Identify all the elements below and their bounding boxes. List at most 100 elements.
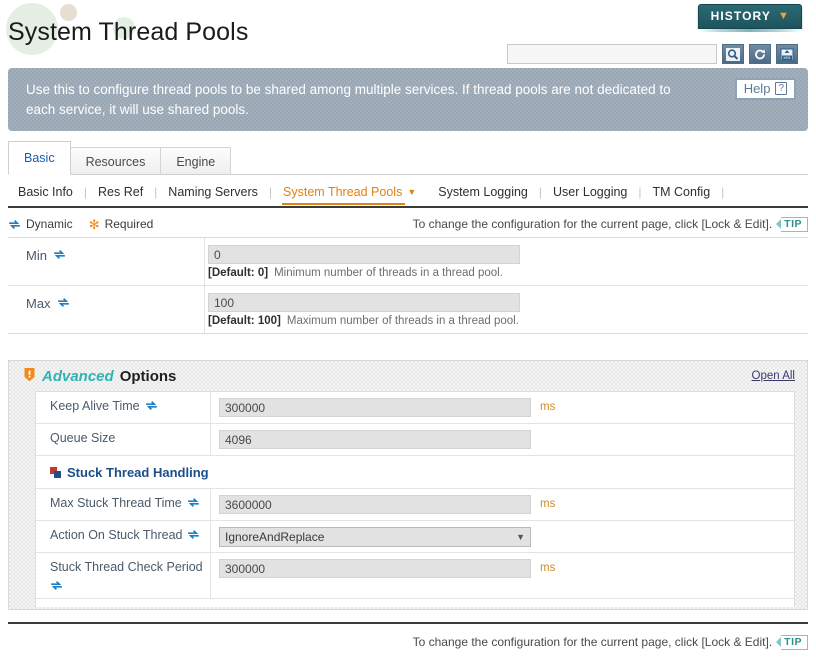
banner-text: Use this to configure thread pools to be… xyxy=(26,82,671,117)
action-on-stuck-thread-select[interactable]: IgnoreAndReplace ▼ xyxy=(219,527,531,547)
field-value-min: 0 [Default: 0] Minimum number of threads… xyxy=(205,238,808,285)
tab-basic-label: Basic xyxy=(24,151,55,165)
tip-text-top: To change the configuration for the curr… xyxy=(412,217,773,231)
search-icon[interactable] xyxy=(722,44,744,64)
legend-required: ✻ Required xyxy=(89,217,154,231)
field-label-stuck-thread-check-period-text: Stuck Thread Check Period xyxy=(50,560,203,574)
field-row-max: Max 100 [Default: 100] Maximum number of… xyxy=(8,286,808,333)
field-label-min-text: Min xyxy=(26,248,47,263)
tab-baseline xyxy=(8,174,808,175)
subtab-res-ref-label: Res Ref xyxy=(98,185,144,199)
chevron-down-icon[interactable]: ▼ xyxy=(407,187,416,197)
tip-row-bottom: To change the configuration for the curr… xyxy=(413,634,808,650)
legend-required-label: Required xyxy=(104,217,154,231)
subtab-tm-config[interactable]: TM Config xyxy=(642,178,722,206)
subtab-res-ref[interactable]: Res Ref xyxy=(87,178,154,206)
subtab-user-logging-label: User Logging xyxy=(553,185,628,199)
action-on-stuck-thread-value: IgnoreAndReplace xyxy=(225,530,325,544)
tab-resources[interactable]: Resources xyxy=(69,147,162,175)
history-button[interactable]: HISTORY ▼ xyxy=(697,4,802,29)
queue-size-input[interactable]: 4096 xyxy=(219,430,531,449)
field-hint-min: [Default: 0] Minimum number of threads i… xyxy=(208,267,808,279)
tip-badge-bottom[interactable]: TIP xyxy=(776,634,808,650)
history-label: HISTORY xyxy=(710,9,771,23)
advanced-emphasis: Advanced xyxy=(42,367,114,385)
tab-basic[interactable]: Basic xyxy=(8,141,71,175)
legend-row: Dynamic ✻ Required To change the configu… xyxy=(8,212,808,236)
description-banner: Use this to configure thread pools to be… xyxy=(8,68,808,131)
tab-engine[interactable]: Engine xyxy=(160,147,232,175)
toolbar: XML xyxy=(507,44,798,64)
subtab-system-thread-pools-label: System Thread Pools xyxy=(283,185,403,199)
svg-text:XML: XML xyxy=(783,56,791,60)
legend-dynamic-label: Dynamic xyxy=(26,217,73,231)
min-input[interactable]: 0 xyxy=(208,245,520,264)
field-default-max: [Default: 100] xyxy=(208,315,281,327)
field-value-stuck-thread-check-period: 300000 ms xyxy=(211,553,794,598)
subtab-system-thread-pools[interactable]: System Thread Pools ▼ xyxy=(272,178,427,206)
page-root: System Thread Pools HISTORY ▼ XML Use th… xyxy=(0,0,816,662)
unit-label-keep-alive-time: ms xyxy=(540,401,556,413)
field-row-min: Min 0 [Default: 0] Minimum number of thr… xyxy=(8,238,808,286)
field-label-max-stuck-thread-time: Max Stuck Thread Time xyxy=(36,489,211,520)
subtab-system-logging[interactable]: System Logging xyxy=(427,178,539,206)
dynamic-icon xyxy=(8,218,21,231)
footer-row: To change the configuration for the curr… xyxy=(8,630,808,654)
field-default-min: [Default: 0] xyxy=(208,267,269,279)
active-subtab-underline xyxy=(282,203,406,205)
field-row-stuck-thread-check-period: Stuck Thread Check Period 300000 ms xyxy=(36,553,794,599)
field-label-keep-alive-time: Keep Alive Time xyxy=(36,392,211,423)
help-button[interactable]: Help ? xyxy=(734,78,796,100)
tip-badge-label: TIP xyxy=(781,216,808,232)
subtab-separator: | xyxy=(721,185,725,199)
advanced-options-header: Advanced Options Open All xyxy=(9,361,807,391)
field-description-min: Minimum number of threads in a thread po… xyxy=(274,267,503,279)
main-tabs: Basic Resources Engine xyxy=(8,140,808,175)
subtab-system-logging-label: System Logging xyxy=(438,185,528,199)
field-value-max-stuck-thread-time: 3600000 ms xyxy=(211,489,794,520)
field-label-max-text: Max xyxy=(26,296,51,311)
field-label-queue-size-text: Queue Size xyxy=(50,431,116,445)
xml-export-icon[interactable]: XML xyxy=(776,44,798,64)
field-row-queue-size: Queue Size 4096 xyxy=(36,424,794,456)
tip-row-top: To change the configuration for the curr… xyxy=(412,216,808,232)
subtab-basic-info-label: Basic Info xyxy=(18,185,73,199)
keep-alive-time-input[interactable]: 300000 xyxy=(219,398,531,417)
chevron-down-icon: ▼ xyxy=(778,9,790,22)
search-input[interactable] xyxy=(507,44,717,64)
field-value-queue-size: 4096 xyxy=(211,424,794,455)
tab-list: Basic Resources Engine xyxy=(8,140,808,175)
dynamic-icon xyxy=(187,496,200,509)
tab-engine-label: Engine xyxy=(176,154,216,169)
tip-badge-top[interactable]: TIP xyxy=(776,216,808,232)
field-row-keep-alive-time: Keep Alive Time 300000 ms xyxy=(36,392,794,424)
field-row-max-stuck-thread-time: Max Stuck Thread Time 3600000 ms xyxy=(36,489,794,521)
chevron-down-icon: ▼ xyxy=(516,532,525,542)
subtab-basic-info[interactable]: Basic Info xyxy=(8,178,84,206)
max-stuck-thread-time-input[interactable]: 3600000 xyxy=(219,495,531,514)
basic-fields-table: Min 0 [Default: 0] Minimum number of thr… xyxy=(8,237,808,334)
subtab-tm-config-label: TM Config xyxy=(652,185,711,199)
subtab-naming-servers[interactable]: Naming Servers xyxy=(157,178,269,206)
asterisk-icon: ✻ xyxy=(88,216,100,232)
max-input[interactable]: 100 xyxy=(208,293,520,312)
refresh-icon[interactable] xyxy=(749,44,771,64)
help-label: Help xyxy=(743,81,771,96)
field-label-action-on-stuck-thread: Action On Stuck Thread xyxy=(36,521,211,552)
tip-badge-label-bottom: TIP xyxy=(781,634,808,650)
subtab-user-logging[interactable]: User Logging xyxy=(542,178,638,206)
advanced-options-body: Keep Alive Time 300000 ms Queue Size 409… xyxy=(35,391,795,607)
sub-tabs: Basic Info | Res Ref | Naming Servers | … xyxy=(8,178,808,208)
field-label-keep-alive-time-text: Keep Alive Time xyxy=(50,399,140,413)
field-label-min: Min xyxy=(8,238,205,285)
field-label-max-stuck-thread-time-text: Max Stuck Thread Time xyxy=(50,496,182,510)
subtab-naming-servers-label: Naming Servers xyxy=(168,185,258,199)
dynamic-icon xyxy=(57,296,70,309)
page-title: System Thread Pools xyxy=(8,18,249,46)
section-header-stuck-thread-handling: Stuck Thread Handling xyxy=(36,456,794,489)
field-label-max: Max xyxy=(8,286,205,333)
open-all-link[interactable]: Open All xyxy=(752,370,795,382)
field-description-max: Maximum number of threads in a thread po… xyxy=(286,315,519,327)
stuck-thread-check-period-input[interactable]: 300000 xyxy=(219,559,531,578)
field-label-action-on-stuck-thread-text: Action On Stuck Thread xyxy=(50,528,183,542)
